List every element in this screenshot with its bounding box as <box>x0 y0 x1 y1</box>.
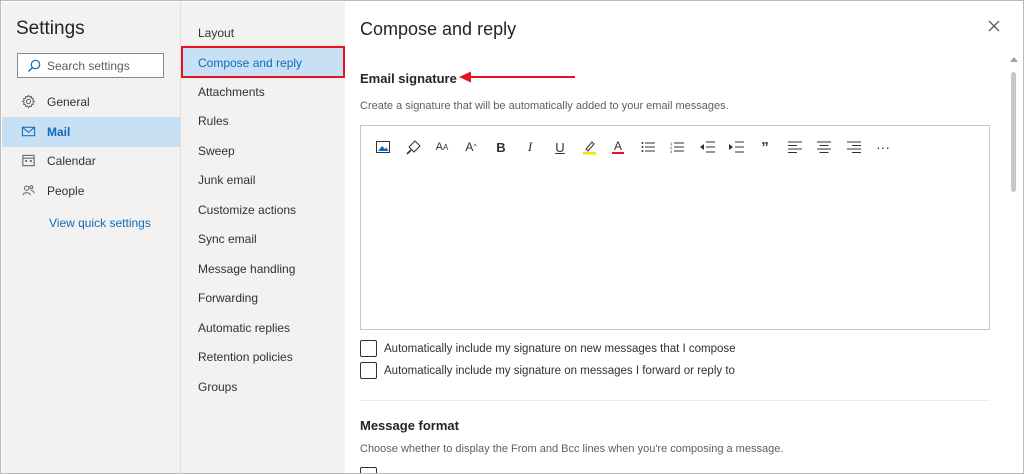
category-label: Compose and reply <box>198 56 303 70</box>
scroll-up-arrow-icon[interactable] <box>1010 57 1018 62</box>
nav-label: People <box>47 184 85 198</box>
settings-window: Settings Search settings General Mail Ca… <box>0 0 1024 474</box>
nav-mail[interactable]: Mail <box>2 117 180 147</box>
include-signature-new-label: Automatically include my signature on ne… <box>384 343 736 355</box>
category-forwarding[interactable]: Forwarding <box>198 291 258 305</box>
quote-icon[interactable]: ” <box>756 138 774 156</box>
font-size-increase-icon[interactable]: A ^ <box>462 138 480 156</box>
view-quick-settings-link[interactable]: View quick settings <box>49 216 151 230</box>
category-automatic-replies[interactable]: Automatic replies <box>198 321 290 335</box>
bullets-icon[interactable] <box>639 138 657 156</box>
nav-general[interactable]: General <box>2 87 180 117</box>
highlight-icon[interactable] <box>580 138 598 156</box>
font-size-decrease-icon[interactable]: AA <box>433 138 451 156</box>
category-list: Layout Compose and reply Attachments Rul… <box>180 2 345 473</box>
nav-people[interactable]: People <box>2 176 180 206</box>
search-icon <box>28 59 41 72</box>
category-message-handling[interactable]: Message handling <box>198 262 295 276</box>
category-sweep[interactable]: Sweep <box>198 144 235 158</box>
scrollbar[interactable] <box>1007 54 1021 473</box>
align-left-icon[interactable] <box>786 138 804 156</box>
decrease-indent-icon[interactable] <box>698 138 716 156</box>
bold-icon[interactable]: B <box>492 138 510 156</box>
settings-content: Compose and reply Email signature Create… <box>345 2 1023 473</box>
align-center-icon[interactable] <box>815 138 833 156</box>
search-input[interactable]: Search settings <box>17 53 164 78</box>
search-placeholder: Search settings <box>47 59 130 73</box>
page-title: Compose and reply <box>360 19 517 39</box>
nav-label: General <box>47 95 90 109</box>
settings-sidebar: Settings Search settings General Mail Ca… <box>2 2 180 473</box>
category-customize-actions[interactable]: Customize actions <box>198 203 296 217</box>
align-right-icon[interactable] <box>845 138 863 156</box>
signature-editor[interactable]: AA A ^ B I U A 123 ” ··· <box>360 125 990 330</box>
insert-image-icon[interactable] <box>374 138 392 156</box>
message-format-heading: Message format <box>360 418 459 433</box>
more-options-icon[interactable]: ··· <box>874 138 892 156</box>
category-groups[interactable]: Groups <box>198 380 237 394</box>
include-signature-reply-checkbox[interactable] <box>360 362 377 379</box>
font-color-icon[interactable]: A <box>609 138 627 156</box>
scroll-thumb[interactable] <box>1011 72 1016 192</box>
close-icon[interactable] <box>986 18 1002 34</box>
gear-icon <box>21 94 36 109</box>
message-format-description: Choose whether to display the From and B… <box>360 443 784 455</box>
people-icon <box>22 185 35 196</box>
email-signature-description: Create a signature that will be automati… <box>360 100 729 112</box>
include-signature-new-checkbox[interactable] <box>360 340 377 357</box>
category-attachments[interactable]: Attachments <box>198 85 265 99</box>
nav-label: Mail <box>47 125 71 139</box>
email-signature-heading: Email signature <box>360 71 457 86</box>
increase-indent-icon[interactable] <box>727 138 745 156</box>
format-painter-icon[interactable] <box>404 138 422 156</box>
category-junk-email[interactable]: Junk email <box>198 173 255 187</box>
numbering-icon[interactable]: 123 <box>668 138 686 156</box>
category-compose-and-reply[interactable]: Compose and reply <box>181 46 345 78</box>
italic-icon[interactable]: I <box>521 138 539 156</box>
include-signature-reply-label: Automatically include my signature on me… <box>384 365 735 377</box>
nav-calendar[interactable]: Calendar <box>2 146 180 176</box>
category-rules[interactable]: Rules <box>198 114 229 128</box>
nav-label: Calendar <box>47 154 96 168</box>
svg-text:3: 3 <box>670 149 673 153</box>
underline-icon[interactable]: U <box>551 138 569 156</box>
section-divider <box>360 400 990 401</box>
settings-title: Settings <box>16 18 85 39</box>
mail-icon <box>21 126 36 137</box>
calendar-icon <box>22 154 35 167</box>
category-sync-email[interactable]: Sync email <box>198 232 257 246</box>
category-retention-policies[interactable]: Retention policies <box>198 350 293 364</box>
always-show-bcc-checkbox[interactable] <box>360 467 377 473</box>
category-layout[interactable]: Layout <box>198 26 234 40</box>
annotation-arrow-icon <box>459 71 575 83</box>
